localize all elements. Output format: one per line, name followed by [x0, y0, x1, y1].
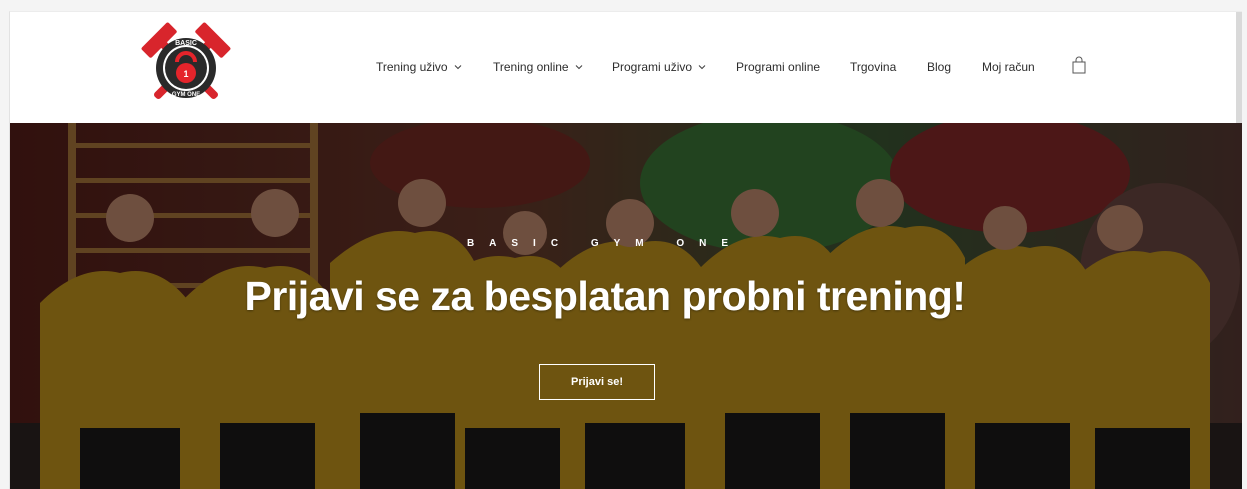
nav-item-trgovina[interactable]: Trgovina [850, 58, 896, 76]
nav-item-trening-online[interactable]: Trening online [493, 58, 583, 76]
main-navigation: Trening uživo Trening online Programi už… [10, 12, 1242, 123]
nav-item-blog[interactable]: Blog [927, 58, 951, 76]
nav-item-label: Trgovina [850, 60, 897, 74]
nav-item-trening-uzivo[interactable]: Trening uživo [376, 58, 462, 76]
site-header: 1 BASIC GYM ONE Trening uživo Trening on… [10, 12, 1242, 282]
chevron-down-icon [575, 65, 582, 70]
hero-title: Prijavi se za besplatan probni trening! [244, 273, 966, 319]
hero-eyebrow: BASIC GYM ONE [466, 238, 744, 249]
chevron-down-icon [698, 65, 706, 70]
nav-item-label: Trening uživo [376, 60, 448, 74]
nav-item-moj-racun[interactable]: Moj račun [982, 58, 1035, 76]
nav-item-label: Blog [927, 60, 952, 74]
nav-item-programi-uzivo[interactable]: Programi uživo [612, 58, 706, 76]
browser-viewport: 1 BASIC GYM ONE Trening uživo Trening on… [9, 11, 1242, 489]
nav-item-label: Programi online [736, 60, 821, 74]
signup-button[interactable]: Prijavi se! [539, 364, 655, 400]
hero-banner: BASIC GYM ONE Prijavi se za besplatan pr… [10, 123, 1242, 489]
nav-item-label: Trening online [493, 60, 569, 74]
nav-item-programi-online[interactable]: Programi online [736, 58, 820, 76]
nav-item-label: Programi uživo [612, 60, 693, 74]
shopping-bag-icon[interactable] [1071, 56, 1087, 75]
chevron-down-icon [454, 65, 461, 70]
nav-item-label: Moj račun [982, 60, 1035, 74]
